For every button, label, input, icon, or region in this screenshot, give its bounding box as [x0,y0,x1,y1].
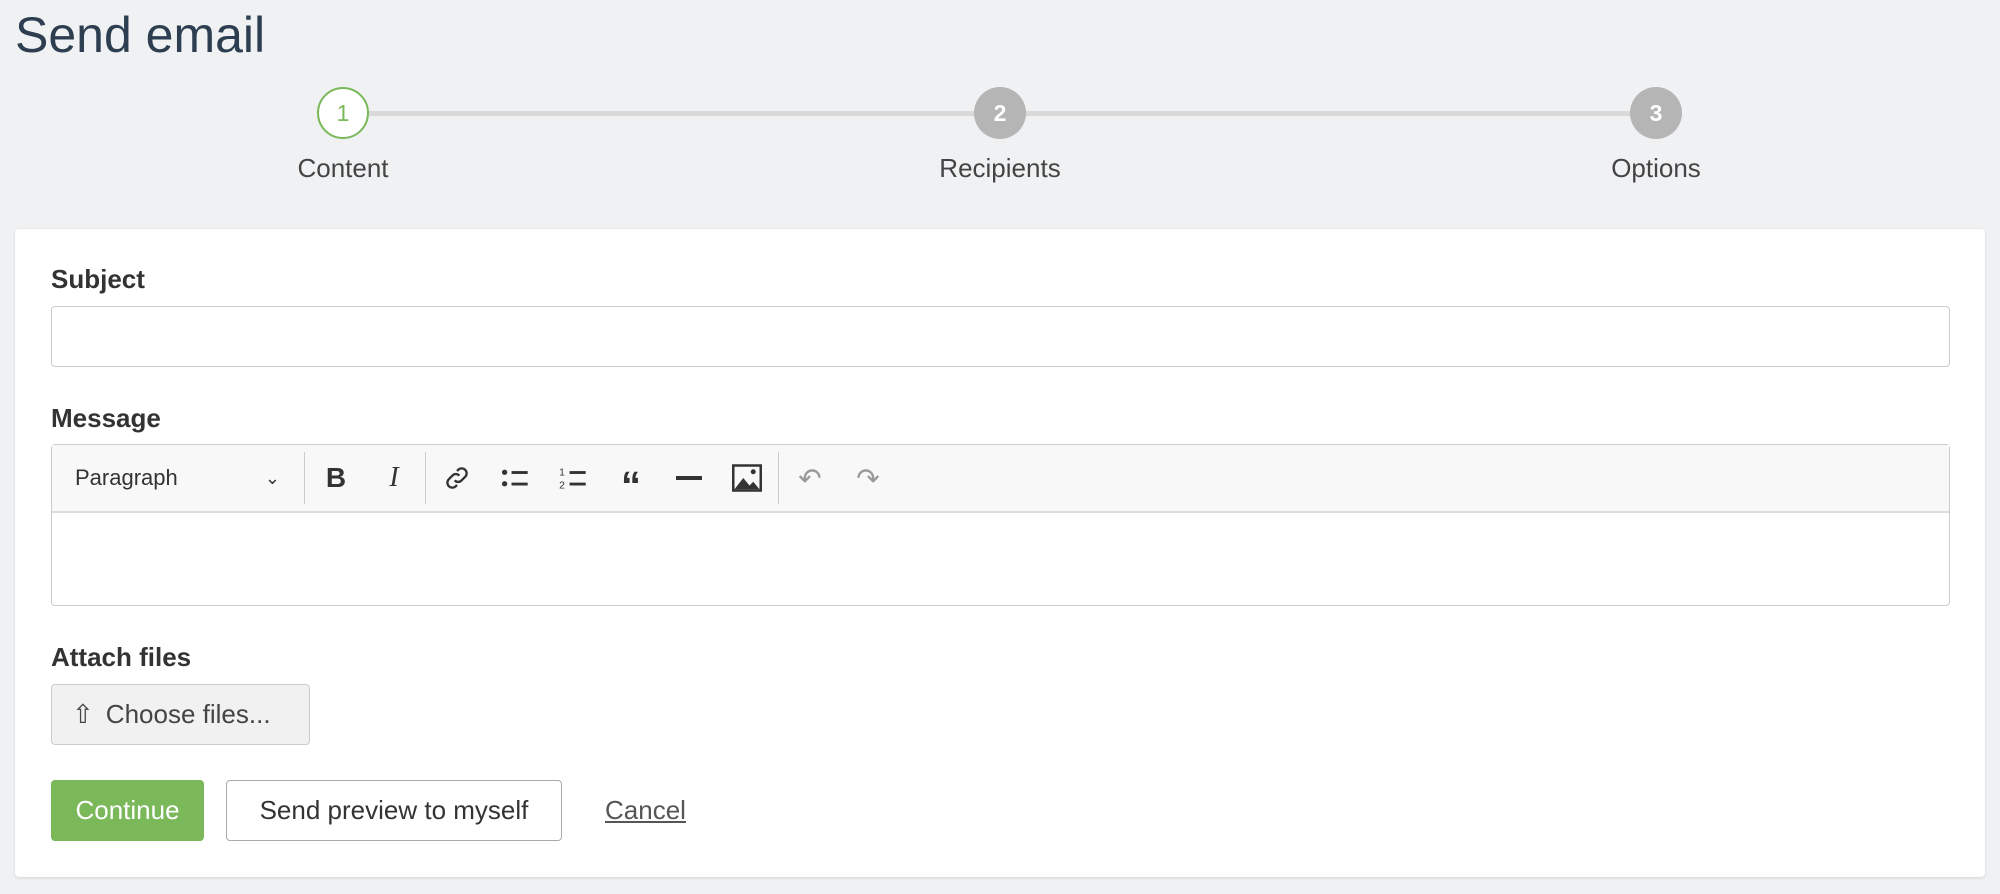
chevron-down-icon: ⌄ [264,467,280,488]
attach-files-label: Attach files [51,642,192,672]
svg-text:1: 1 [559,468,565,479]
continue-button[interactable]: Continue [51,780,204,841]
step-number: 2 [974,87,1026,139]
undo-icon[interactable]: ↶ [781,444,839,512]
paragraph-format-dropdown[interactable]: Paragraph ⌄ [52,465,302,491]
bold-icon[interactable]: B [307,444,365,512]
message-body-input[interactable] [52,513,1949,605]
step-number: 3 [1630,87,1682,139]
message-label: Message [51,403,161,433]
blockquote-icon[interactable]: “ [602,444,660,512]
cancel-link[interactable]: Cancel [605,780,686,841]
step-connector [1026,111,1630,116]
divider [425,452,426,504]
divider [778,452,779,504]
email-form-card: Subject Message Paragraph ⌄ B I 12 “ ↶ ↷ … [15,229,1985,877]
horizontal-line-icon[interactable] [660,444,718,512]
step-number: 1 [317,87,369,139]
step-label: Content [297,153,389,183]
redo-icon[interactable]: ↷ [839,444,897,512]
step-connector [369,111,974,116]
send-preview-button[interactable]: Send preview to myself [226,780,562,841]
svg-text:2: 2 [559,480,565,491]
page-title: Send email [15,7,266,63]
step-label: Options [1611,153,1701,183]
image-icon[interactable] [718,444,776,512]
subject-label: Subject [51,264,145,294]
choose-files-label: Choose files... [105,699,271,729]
format-label: Paragraph [75,465,178,490]
subject-input[interactable] [51,306,1950,367]
numbered-list-icon[interactable]: 12 [544,444,602,512]
step-label: Recipients [939,153,1061,183]
editor-toolbar: Paragraph ⌄ B I 12 “ ↶ ↷ [52,445,1949,513]
step-content[interactable]: 1 Content [243,87,443,184]
divider [304,452,305,504]
link-icon[interactable] [428,444,486,512]
choose-files-button[interactable]: ⇧ Choose files... [51,684,310,745]
message-editor: Paragraph ⌄ B I 12 “ ↶ ↷ [51,444,1950,606]
bulleted-list-icon[interactable] [486,444,544,512]
step-options[interactable]: 3 Options [1556,87,1756,184]
upload-icon: ⇧ [72,699,94,729]
step-recipients[interactable]: 2 Recipients [900,87,1100,184]
italic-icon[interactable]: I [365,444,423,512]
